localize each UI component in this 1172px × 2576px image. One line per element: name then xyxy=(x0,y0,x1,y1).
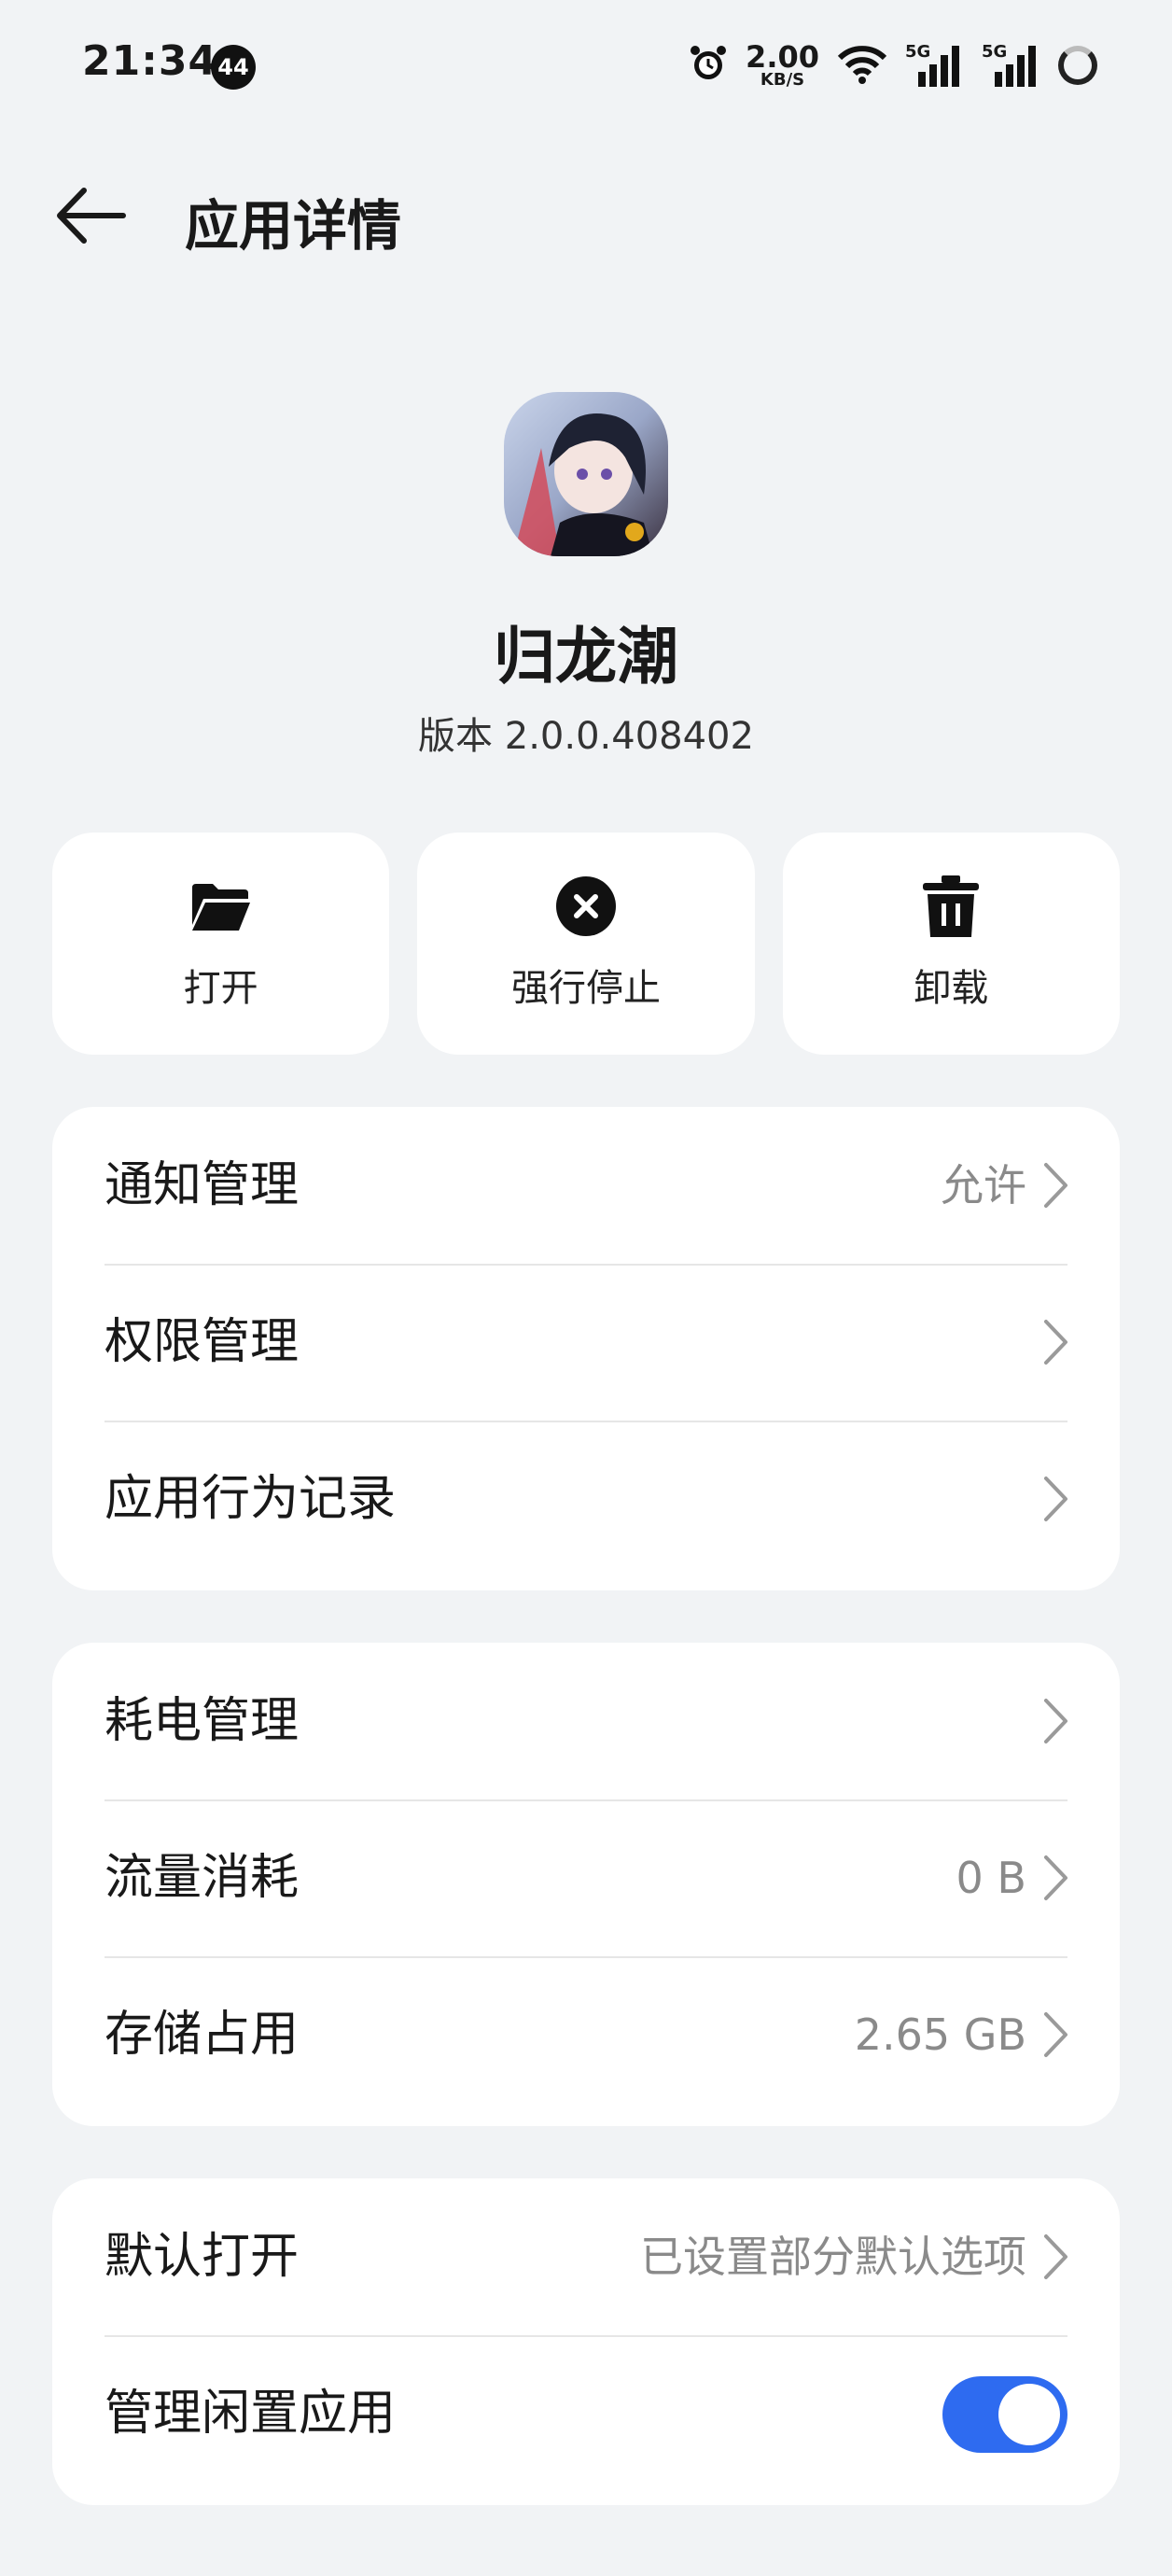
item-label: 权限管理 xyxy=(105,1314,300,1370)
chevron-right-icon xyxy=(1044,2234,1067,2279)
net-speed: 2.00 KB/S xyxy=(746,42,819,89)
uninstall-button[interactable]: 卸载 xyxy=(782,833,1120,1055)
item-label: 耗电管理 xyxy=(105,1693,300,1749)
item-label: 通知管理 xyxy=(105,1157,300,1213)
list-item-permission-management[interactable]: 权限管理 xyxy=(52,1264,1120,1421)
item-label: 存储占用 xyxy=(105,2007,300,2063)
list-item-data-usage[interactable]: 流量消耗 0 B xyxy=(52,1799,1120,1956)
item-value: 2.65 GB xyxy=(854,2009,1026,2060)
list-item-notification-management[interactable]: 通知管理 允许 xyxy=(52,1107,1120,1264)
list-item-app-behavior-records[interactable]: 应用行为记录 xyxy=(52,1421,1120,1577)
item-label: 管理闲置应用 xyxy=(105,2386,397,2442)
uninstall-label: 卸载 xyxy=(914,967,989,1010)
settings-group-permissions: 通知管理 允许 权限管理 应用行为记录 xyxy=(52,1107,1120,1590)
open-button[interactable]: 打开 xyxy=(52,833,390,1055)
force-stop-label: 强行停止 xyxy=(510,967,661,1010)
app-name: 归龙潮 xyxy=(494,621,678,693)
status-icons: 2.00 KB/S 5G 5G xyxy=(688,37,1097,93)
signal-icon: 5G xyxy=(905,42,965,89)
chevron-right-icon xyxy=(1044,1477,1067,1521)
item-value: 已设置部分默认选项 xyxy=(640,2232,1026,2282)
page-title: 应用详情 xyxy=(185,194,402,258)
list-item-manage-idle-apps: 管理闲置应用 xyxy=(52,2335,1120,2492)
trash-icon xyxy=(920,875,982,937)
app-icon xyxy=(504,392,668,556)
open-label: 打开 xyxy=(183,967,258,1010)
list-item-storage[interactable]: 存储占用 2.65 GB xyxy=(52,1956,1120,2113)
item-value: 允许 xyxy=(941,1160,1026,1211)
force-stop-button[interactable]: 强行停止 xyxy=(417,833,755,1055)
force-stop-icon xyxy=(555,875,617,937)
chevron-right-icon xyxy=(1044,1699,1067,1743)
battery-icon xyxy=(1058,46,1097,85)
action-buttons: 打开 强行停止 卸载 xyxy=(52,833,1120,1055)
chevron-right-icon xyxy=(1044,1855,1067,1900)
chevron-right-icon xyxy=(1044,1320,1067,1365)
alarm-icon xyxy=(688,43,729,88)
status-bar: 21:34 44 2.00 KB/S 5G 5G xyxy=(0,0,1172,131)
app-version: 版本 2.0.0.408402 xyxy=(418,715,754,758)
item-label: 默认打开 xyxy=(105,2229,300,2285)
net-speed-unit: KB/S xyxy=(760,70,805,90)
wifi-icon xyxy=(836,43,888,88)
signal-icon: 5G xyxy=(982,42,1041,89)
back-button[interactable] xyxy=(52,183,127,248)
list-item-open-by-default[interactable]: 默认打开 已设置部分默认选项 xyxy=(52,2178,1120,2335)
item-label: 流量消耗 xyxy=(105,1850,300,1906)
notification-count-badge: 44 xyxy=(211,45,256,90)
item-label: 应用行为记录 xyxy=(105,1471,397,1527)
chevron-right-icon xyxy=(1044,2012,1067,2057)
status-time: 21:34 xyxy=(82,37,218,85)
list-item-power-management[interactable]: 耗电管理 xyxy=(52,1643,1120,1799)
folder-open-icon xyxy=(190,875,252,937)
settings-group-usage: 耗电管理 流量消耗 0 B 存储占用 2.65 GB xyxy=(52,1643,1120,2126)
idle-apps-toggle[interactable] xyxy=(942,2376,1067,2453)
item-value: 0 B xyxy=(956,1853,1026,1903)
net-speed-value: 2.00 xyxy=(746,39,819,75)
chevron-right-icon xyxy=(1044,1163,1067,1208)
settings-group-defaults: 默认打开 已设置部分默认选项 管理闲置应用 xyxy=(52,2178,1120,2505)
toggle-knob xyxy=(998,2384,1060,2445)
back-arrow-icon xyxy=(57,188,126,244)
